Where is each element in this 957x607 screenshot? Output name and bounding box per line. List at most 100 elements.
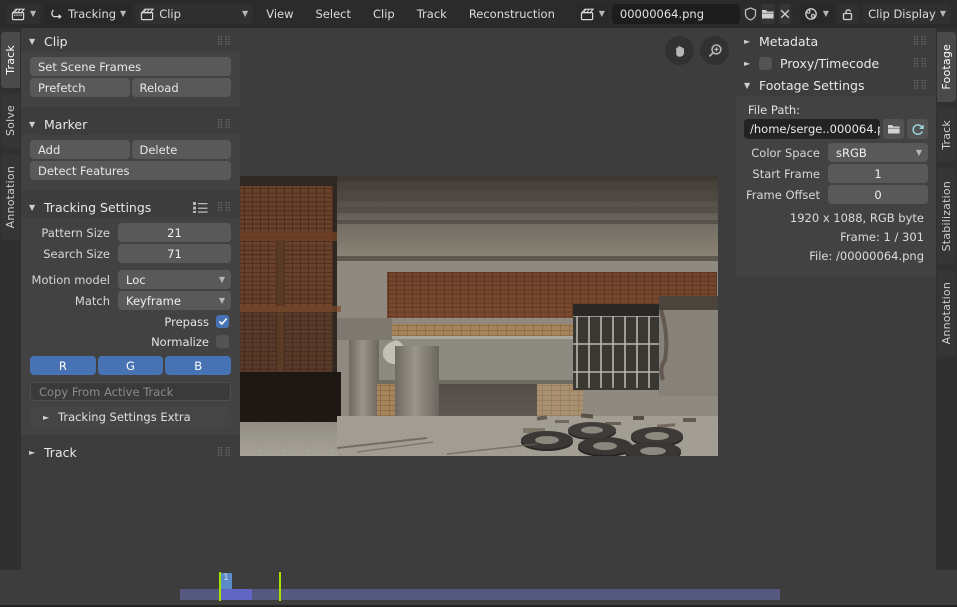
add-marker-button[interactable]: Add xyxy=(30,140,130,159)
motion-model-label: Motion model xyxy=(30,273,118,287)
panel-drag-grip[interactable]: ⣿⣿ xyxy=(913,60,928,67)
clip-preview-image[interactable] xyxy=(237,176,718,456)
frame-offset-field[interactable]: 0 xyxy=(828,185,928,204)
proxy-enable-checkbox[interactable] xyxy=(759,57,772,70)
match-dropdown[interactable]: Keyframe ▼ xyxy=(118,291,231,310)
panel-body-footage-settings: File Path: /home/serge..000064.png xyxy=(736,96,936,276)
fake-user-button[interactable] xyxy=(744,4,757,24)
panel-title: Proxy/Timecode xyxy=(780,56,879,71)
triangle-down-icon: ▼ xyxy=(29,120,38,129)
subpanel-header-tracking-settings-extra[interactable]: ► Tracking Settings Extra xyxy=(30,407,231,427)
copy-from-active-track-button[interactable]: Copy From Active Track xyxy=(30,382,231,401)
open-clip-button[interactable] xyxy=(761,4,775,24)
menu-clip[interactable]: Clip xyxy=(364,4,404,24)
editor-type-selector[interactable]: ▼ xyxy=(6,4,41,24)
file-path-field[interactable]: /home/serge..000064.png xyxy=(744,119,880,139)
panel-drag-grip[interactable]: ⣿⣿ xyxy=(217,38,232,45)
left-tab-strip: Track Solve Annotation xyxy=(0,28,21,570)
pattern-size-field[interactable]: 21 xyxy=(118,223,231,242)
clip-browse-dropdown[interactable]: ▼ xyxy=(577,4,608,24)
normalize-checkbox[interactable] xyxy=(216,335,229,348)
panel-header-clip[interactable]: ▼ Clip ⣿⣿ xyxy=(21,30,240,52)
dopesheet-strip[interactable] xyxy=(180,589,780,600)
clip-datablock-label: Clip xyxy=(159,7,181,21)
prepass-label: Prepass xyxy=(164,315,209,329)
tab-label: Footage xyxy=(940,44,953,90)
panel-header-tracking-settings[interactable]: ▼ Tracking Settings ⣿⣿ xyxy=(21,196,240,218)
panel-header-track[interactable]: ► Track ⣿⣿ xyxy=(21,441,240,463)
channel-g-toggle[interactable]: G xyxy=(98,356,164,375)
sidebar-tab-annotation[interactable]: Annotation xyxy=(1,154,20,240)
panel-header-marker[interactable]: ▼ Marker ⣿⣿ xyxy=(21,113,240,135)
pivot-point-dropdown[interactable]: ▼ xyxy=(799,4,833,24)
channel-b-toggle[interactable]: B xyxy=(165,356,231,375)
color-space-label: Color Space xyxy=(744,146,828,160)
browse-file-button[interactable] xyxy=(883,119,904,139)
playhead-current-frame[interactable] xyxy=(219,572,221,601)
panel-header-metadata[interactable]: ► Metadata ⣿⣿ xyxy=(736,30,936,52)
open-folder-icon xyxy=(761,8,775,20)
panel-body-clip: Set Scene Frames Prefetch Reload xyxy=(21,52,240,107)
chevron-down-icon: ▼ xyxy=(30,10,36,18)
open-folder-icon xyxy=(887,123,901,135)
subpanel-title: Tracking Settings Extra xyxy=(58,410,191,424)
sidebar-tab-track-right[interactable]: Track xyxy=(937,108,956,162)
menu-view[interactable]: View xyxy=(257,4,302,24)
gizmo-icon xyxy=(803,7,819,21)
panel-drag-grip[interactable]: ⣿⣿ xyxy=(217,449,232,456)
unlink-clip-button[interactable] xyxy=(779,4,791,24)
clip-datablock-selector[interactable]: Clip ▼ xyxy=(135,4,253,24)
detect-features-button[interactable]: Detect Features xyxy=(30,161,231,180)
dopesheet-track[interactable]: 1 xyxy=(180,589,780,601)
panel-header-proxy-timecode[interactable]: ► Proxy/Timecode ⣿⣿ xyxy=(736,52,936,74)
menu-reconstruction[interactable]: Reconstruction xyxy=(460,4,564,24)
clip-name-field[interactable]: 00000064.png xyxy=(612,4,740,24)
zoom-gizmo-button[interactable] xyxy=(700,36,729,65)
sidebar-tab-solve[interactable]: Solve xyxy=(1,94,20,148)
preset-list-icon[interactable] xyxy=(193,201,208,213)
menu-track[interactable]: Track xyxy=(408,4,456,24)
start-frame-field[interactable]: 1 xyxy=(828,164,928,183)
lock-open-icon xyxy=(841,7,855,21)
editor-header: ▼ Tracking ▼ Clip ▼ View Select Clip Tra… xyxy=(0,0,957,28)
prefetch-button[interactable]: Prefetch xyxy=(30,78,130,97)
color-space-dropdown[interactable]: sRGB ▼ xyxy=(828,143,928,162)
set-scene-frames-button[interactable]: Set Scene Frames xyxy=(30,57,231,76)
motion-model-dropdown[interactable]: Loc ▼ xyxy=(118,270,231,289)
playhead-marker[interactable] xyxy=(279,572,281,601)
triangle-down-icon: ▼ xyxy=(744,81,753,90)
prepass-row: Prepass xyxy=(30,312,231,331)
dopesheet-keyframe[interactable]: 1 xyxy=(220,573,232,589)
prepass-checkbox[interactable] xyxy=(216,315,229,328)
delete-marker-button[interactable]: Delete xyxy=(132,140,232,159)
panel-drag-grip[interactable]: ⣿⣿ xyxy=(913,82,928,89)
triangle-right-icon: ► xyxy=(744,59,753,68)
panel-body-marker: Add Delete Detect Features xyxy=(21,135,240,190)
reload-button[interactable]: Reload xyxy=(132,78,232,97)
mode-selector[interactable]: Tracking ▼ xyxy=(45,4,131,24)
tab-label: Annotation xyxy=(940,282,953,344)
reload-footage-button[interactable] xyxy=(907,119,928,139)
panel-drag-grip[interactable]: ⣿⣿ xyxy=(217,204,232,211)
sidebar-tab-track[interactable]: Track xyxy=(1,32,20,88)
clip-display-dropdown[interactable]: Clip Display ▼ xyxy=(863,4,951,24)
channel-r-toggle[interactable]: R xyxy=(30,356,96,375)
panel-drag-grip[interactable]: ⣿⣿ xyxy=(913,38,928,45)
refresh-icon xyxy=(911,123,925,136)
triangle-right-icon: ► xyxy=(744,37,753,46)
panel-title: Track xyxy=(44,445,77,460)
panel-drag-grip[interactable]: ⣿⣿ xyxy=(217,121,232,128)
proportional-lock-button[interactable] xyxy=(837,4,859,24)
dopesheet-tracked-segment[interactable] xyxy=(220,589,252,600)
sidebar-tab-annotation-right[interactable]: Annotation xyxy=(937,270,956,356)
sidebar-tab-footage[interactable]: Footage xyxy=(937,32,956,102)
clip-dopesheet[interactable]: 1 xyxy=(0,570,957,607)
sidebar-tab-stabilization[interactable]: Stabilization xyxy=(937,168,956,264)
pan-gizmo-button[interactable] xyxy=(665,36,694,65)
menu-select[interactable]: Select xyxy=(307,4,360,24)
motion-model-value: Loc xyxy=(126,273,146,287)
chevron-down-icon: ▼ xyxy=(219,297,225,305)
chevron-down-icon: ▼ xyxy=(940,10,946,18)
search-size-field[interactable]: 71 xyxy=(118,244,231,263)
panel-header-footage-settings[interactable]: ▼ Footage Settings ⣿⣿ xyxy=(736,74,936,96)
